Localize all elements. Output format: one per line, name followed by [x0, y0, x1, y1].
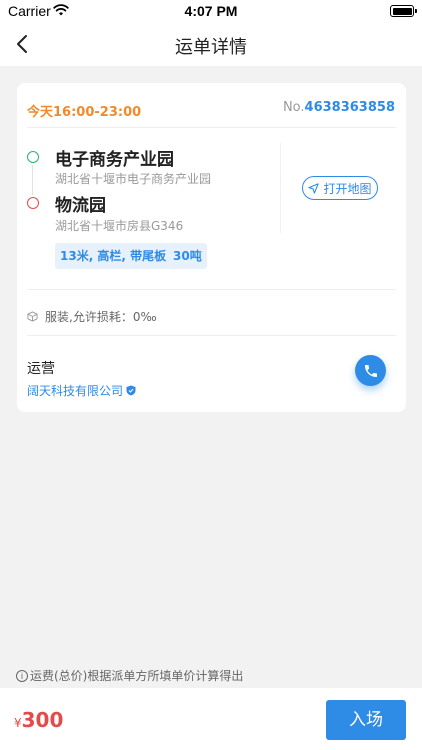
order-number-prefix: No. — [282, 100, 305, 115]
price-notice: i 运费(总价)根据派单方所填单价计算得出 — [16, 667, 243, 684]
status-time: 4:07 PM — [184, 3, 238, 19]
nav-bar: 运单详情 — [0, 22, 422, 66]
call-button[interactable] — [355, 355, 386, 386]
vehicle-spec-tag: 13米, 高栏, 带尾板 — [55, 243, 172, 269]
currency-symbol: ¥ — [14, 716, 22, 730]
divider — [27, 289, 396, 290]
info-icon: i — [16, 669, 28, 682]
origin-address: 湖北省十堰市电子商务产业园 — [55, 172, 212, 186]
order-number-value[interactable]: 4638363858 — [305, 100, 395, 115]
pickup-time-range: 今天16:00-23:00 — [27, 105, 142, 120]
destination-name: 物流园 — [55, 196, 106, 216]
page-title: 运单详情 — [175, 37, 247, 58]
price-notice-text: 运费(总价)根据派单方所填单价计算得出 — [30, 669, 244, 683]
total-price: ¥300 — [14, 708, 63, 732]
origin-dot-icon — [27, 151, 39, 163]
company-link[interactable]: 阔天科技有限公司 — [27, 382, 136, 399]
price-amount: 300 — [21, 708, 64, 732]
open-map-button[interactable]: 打开地图 — [302, 176, 378, 200]
phone-icon — [364, 364, 377, 377]
order-number: No.4638363858 — [283, 100, 395, 115]
company-name: 阔天科技有限公司 — [27, 384, 124, 398]
origin-name: 电子商务产业园 — [55, 150, 174, 170]
enter-button[interactable]: 入场 — [326, 700, 406, 740]
navigation-arrow-icon — [308, 182, 320, 194]
status-bar: Carrier 4:07 PM — [0, 0, 422, 22]
battery-icon — [390, 5, 417, 17]
goods-info: 服装,允许损耗：0‰ — [27, 308, 157, 325]
destination-dot-icon — [27, 197, 39, 209]
route-line — [32, 165, 33, 195]
bottom-bar: ¥300 入场 — [0, 688, 422, 750]
vertical-divider — [280, 143, 281, 233]
destination-address: 湖北省十堰市房县G346 — [55, 219, 184, 233]
verified-shield-icon — [126, 385, 136, 396]
order-card: 今天16:00-23:00 No.4638363858 电子商务产业园 湖北省十… — [17, 83, 406, 412]
operator-label: 运营 — [27, 361, 55, 377]
package-icon — [27, 311, 38, 322]
divider — [27, 127, 396, 128]
open-map-label: 打开地图 — [323, 181, 372, 196]
divider — [27, 335, 396, 336]
goods-text: 服装,允许损耗：0‰ — [45, 310, 157, 324]
weight-tag: 30吨 — [168, 243, 207, 269]
